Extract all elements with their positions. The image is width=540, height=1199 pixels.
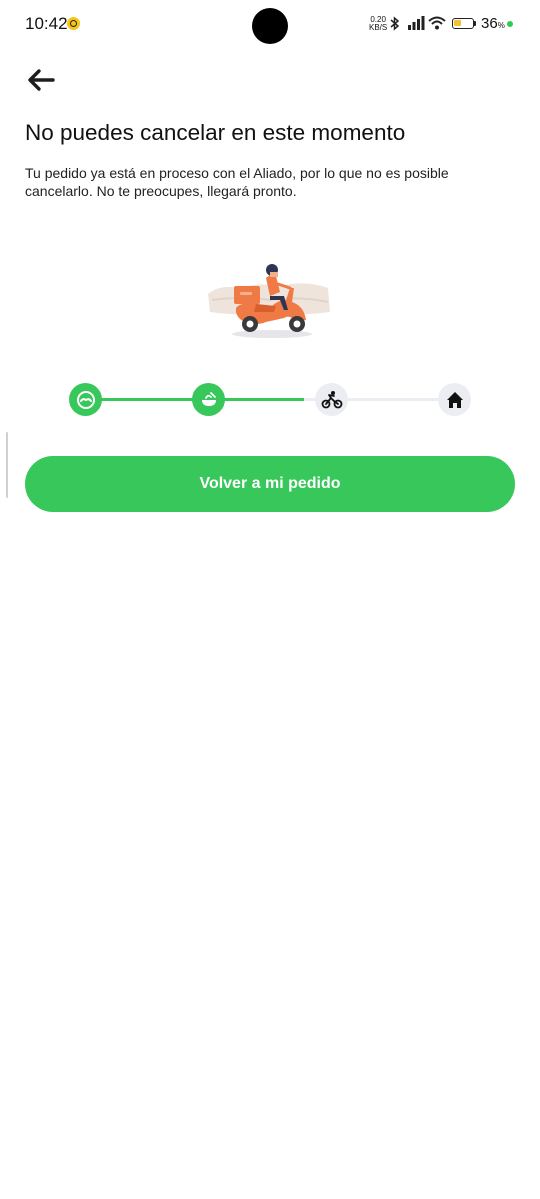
battery-icon xyxy=(452,18,474,29)
page-description: Tu pedido ya está en proceso con el Alia… xyxy=(25,165,449,199)
order-progress-tracker xyxy=(0,380,540,420)
delivery-scooter-illustration xyxy=(208,264,330,338)
progress-step-delivered xyxy=(438,383,471,416)
battery-percent-value: 36 xyxy=(481,15,498,32)
store-icon xyxy=(76,390,95,409)
back-to-order-button[interactable]: Volver a mi pedido xyxy=(25,456,515,512)
battery-level xyxy=(454,20,461,26)
cyclist-icon xyxy=(321,390,342,408)
battery-percent-sign: % xyxy=(497,21,505,30)
network-speed: 0.20 KB/S xyxy=(369,16,387,32)
scroll-indicator[interactable] xyxy=(6,432,8,498)
signal-icon xyxy=(408,16,425,30)
progress-segment-done xyxy=(224,398,304,401)
progress-step-on-the-way xyxy=(315,383,348,416)
status-time: 10:42 xyxy=(25,14,68,33)
notification-dot-icon xyxy=(67,17,80,30)
battery-percent: 36% xyxy=(481,15,505,32)
battery-tip xyxy=(474,21,476,26)
bluetooth-icon xyxy=(390,16,400,31)
status-bar: 10:42 0.20 KB/S 36% xyxy=(0,0,540,50)
progress-step-preparing xyxy=(192,383,225,416)
charging-indicator-dot xyxy=(507,21,513,27)
front-camera xyxy=(252,8,288,44)
arrow-left-icon xyxy=(28,69,55,91)
progress-step-store xyxy=(69,383,102,416)
wifi-icon xyxy=(428,16,446,30)
home-icon xyxy=(446,391,463,408)
progress-segment-done xyxy=(101,398,197,401)
network-speed-unit: KB/S xyxy=(369,23,388,32)
food-bowl-icon xyxy=(201,391,216,406)
page-title: No puedes cancelar en este momento xyxy=(25,120,406,145)
back-button[interactable] xyxy=(25,66,57,94)
progress-segment-pending xyxy=(346,398,442,401)
